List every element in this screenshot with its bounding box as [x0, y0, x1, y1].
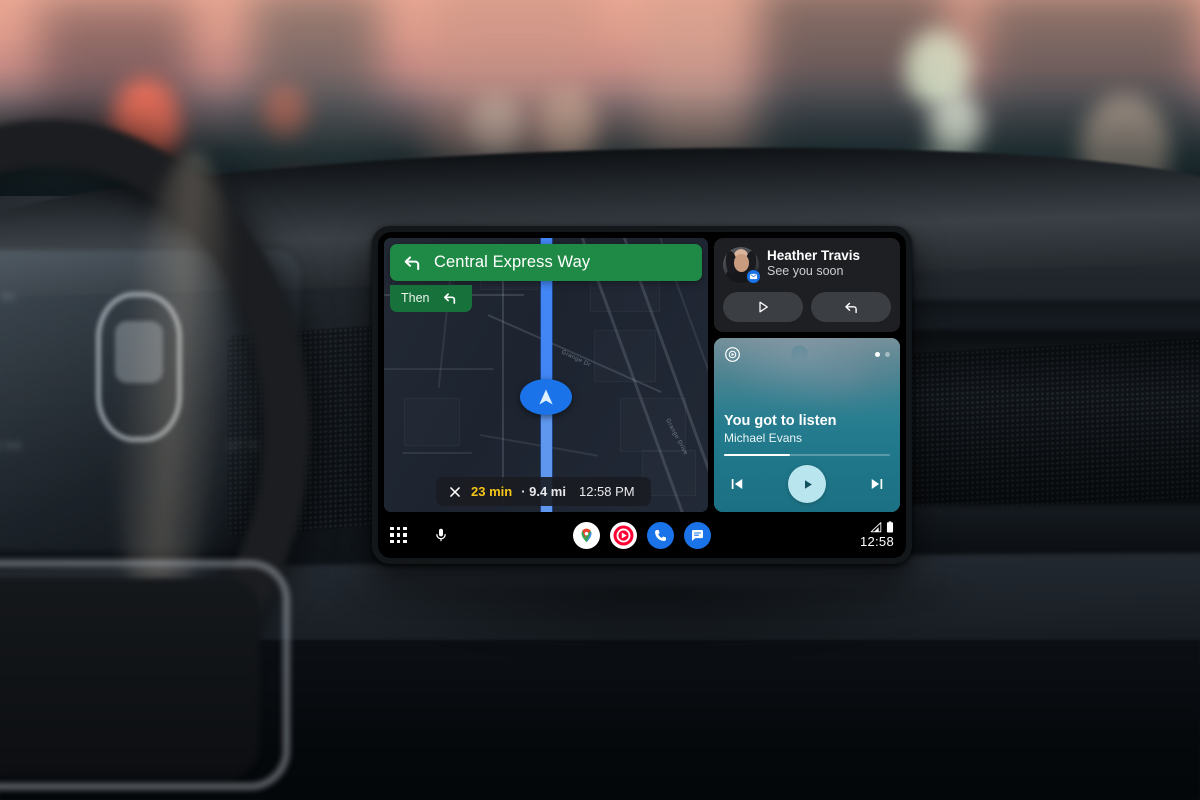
app-youtube-music[interactable]: [610, 521, 637, 549]
skip-next-icon[interactable]: [868, 475, 886, 493]
media-artist: Michael Evans: [724, 430, 803, 445]
notification-sender: Heather Travis: [767, 248, 861, 263]
app-phone[interactable]: [647, 521, 674, 549]
trip-distance: · 9.4 mi: [521, 484, 566, 499]
taskbar: 12:58: [378, 512, 906, 558]
media-progress-bar[interactable]: [724, 453, 890, 456]
phone-handset-icon: [655, 529, 666, 541]
navigation-street-name: Central Express Way: [434, 253, 591, 271]
taskbar-clock: 12:58: [859, 534, 894, 549]
dashboard-vent-lower: [895, 505, 1200, 553]
map-pane[interactable]: Grange Dr Grange Drive Central Express W…: [384, 238, 708, 512]
microphone-icon[interactable]: [433, 525, 449, 545]
play-triangle-icon: [804, 479, 812, 489]
display-drop-shadow: [330, 585, 970, 655]
app-grid-icon[interactable]: [390, 526, 407, 544]
reply-button[interactable]: [811, 292, 891, 322]
media-transport-controls: [724, 465, 890, 503]
right-column: Heather Travis See you soon You got to l…: [714, 238, 900, 512]
navigation-banner[interactable]: Central Express Way: [390, 244, 702, 281]
trip-arrival-time: 12:58 PM: [578, 484, 635, 499]
reply-arrow-icon: [844, 302, 857, 313]
close-x-icon[interactable]: [448, 485, 462, 499]
then-maneuver-chip: Then: [390, 285, 472, 312]
then-label: Then: [401, 291, 430, 305]
car-interior-scene: ·· 40 ·· 32 km 17 °C: [0, 0, 1200, 800]
trip-info-bar[interactable]: 23 min · 9.4 mi 12:58 PM: [436, 477, 651, 506]
cellular-signal-icon: [870, 522, 882, 533]
media-progress-fill: [724, 453, 791, 456]
turn-left-arrow-icon: [443, 293, 455, 304]
skip-previous-icon[interactable]: [728, 475, 746, 493]
youtube-music-app-icon: [613, 525, 634, 545]
steering-wheel-spoke: [0, 560, 290, 790]
avatar: [723, 247, 761, 284]
speaker-grille-right-shade: [905, 330, 1200, 520]
media-title: You got to listen: [724, 412, 837, 429]
battery-icon: [886, 521, 894, 533]
app-messages[interactable]: [684, 521, 711, 549]
media-card[interactable]: You got to listen Michael Evans: [714, 338, 900, 512]
page-indicator-dots: [875, 352, 890, 357]
notification-preview: See you soon: [767, 263, 844, 278]
trip-eta-duration: 23 min: [471, 484, 513, 499]
messages-badge-icon: [746, 269, 761, 284]
navigation-chevron-icon: [539, 389, 553, 405]
google-maps-pin-icon: [581, 528, 592, 542]
current-location-marker: [520, 378, 572, 415]
envelope-icon: [749, 273, 758, 280]
turn-left-arrow-icon: [404, 256, 420, 271]
notification-card[interactable]: Heather Travis See you soon: [714, 238, 900, 332]
messages-bubble-icon: [692, 529, 703, 541]
play-message-button[interactable]: [723, 292, 803, 322]
play-pause-button[interactable]: [788, 465, 826, 503]
android-auto-screen: Grange Dr Grange Drive Central Express W…: [378, 232, 906, 558]
head-unit-display: Grange Dr Grange Drive Central Express W…: [372, 226, 912, 564]
play-triangle-icon: [759, 301, 768, 313]
app-google-maps[interactable]: [573, 521, 600, 549]
youtube-music-icon: [725, 347, 740, 362]
